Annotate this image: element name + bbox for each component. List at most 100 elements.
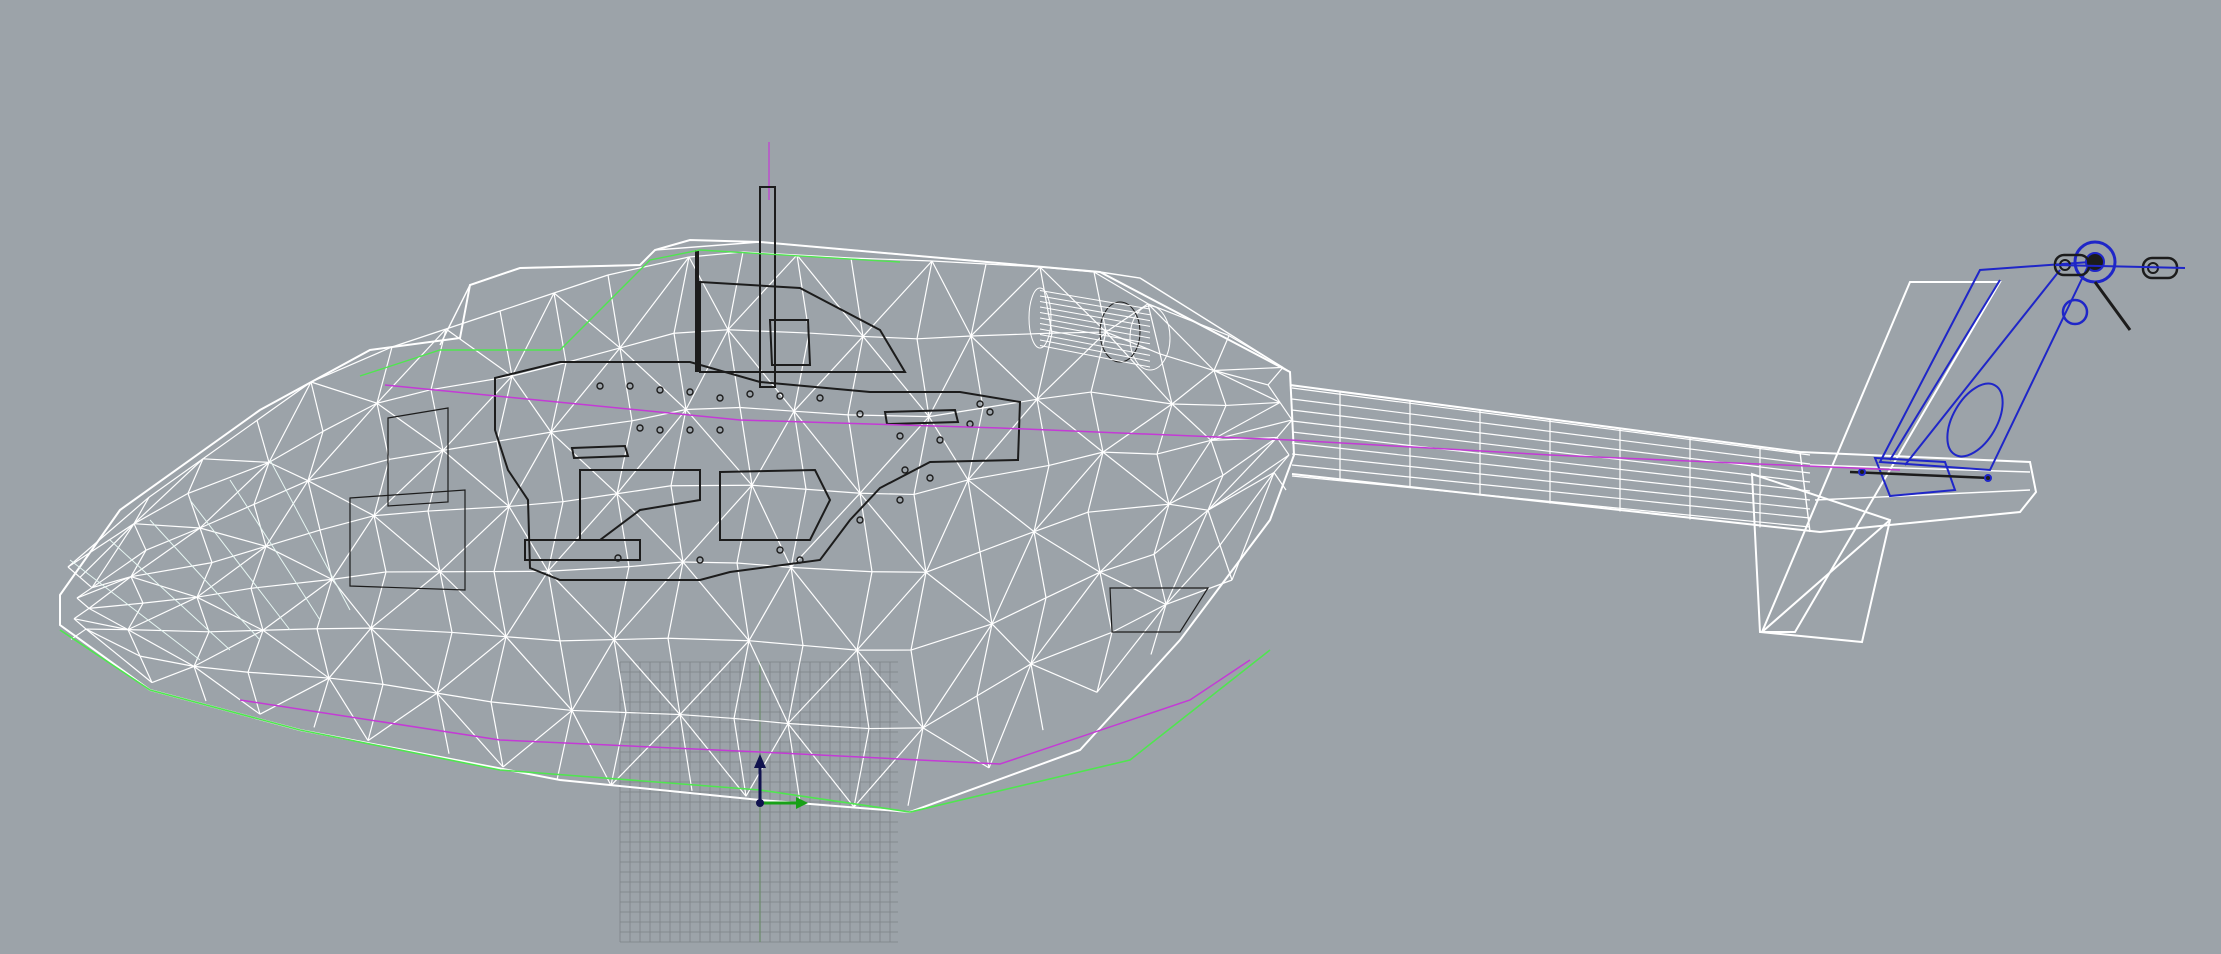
mesh-edge <box>550 420 633 433</box>
mesh-edge <box>88 607 129 631</box>
frame-slot <box>570 444 630 460</box>
mesh-edge <box>505 636 561 642</box>
main-rotor-shaft[interactable] <box>759 142 776 388</box>
mesh-edge <box>370 627 438 694</box>
mesh-edge <box>1210 401 1281 441</box>
mesh-edge <box>790 492 861 568</box>
frame-cutout <box>719 468 832 541</box>
internal-frame[interactable] <box>349 250 1210 633</box>
mesh-edge <box>505 570 549 638</box>
mesh-edge <box>571 710 612 786</box>
mesh-edge <box>88 602 144 609</box>
mesh-edge <box>793 336 864 412</box>
mesh-edge <box>1171 370 1215 405</box>
mesh-edge <box>499 310 513 377</box>
mesh-edge <box>1168 503 1209 511</box>
tail-shaft <box>1849 470 1991 480</box>
mesh-edge <box>439 505 510 573</box>
frame-hole <box>716 394 724 402</box>
mesh-edge <box>1090 391 1173 405</box>
tail-boom[interactable] <box>1289 384 2038 534</box>
mesh-edge <box>550 432 564 502</box>
mesh-edge <box>1039 266 1095 273</box>
mesh-edge <box>1036 399 1050 466</box>
mesh-edge <box>1225 401 1281 407</box>
mesh-edge <box>922 695 978 729</box>
mesh-edge <box>856 571 927 651</box>
mesh-edge <box>862 260 933 337</box>
frame-cutout <box>579 469 701 541</box>
mesh-edge <box>67 523 135 568</box>
mesh-edge <box>328 677 384 685</box>
mesh-edge <box>253 462 270 505</box>
tail-rotor[interactable] <box>1849 240 2186 498</box>
mesh-edge <box>1048 451 1104 467</box>
mesh-edge <box>73 618 129 631</box>
mesh-edge <box>679 713 735 720</box>
mesh-edge <box>1222 436 1278 476</box>
cabin-roof <box>439 241 1291 373</box>
mesh-edge <box>1033 531 1101 573</box>
mesh-edge <box>736 485 753 564</box>
mesh-edge <box>562 493 618 503</box>
mesh-edge <box>91 549 147 589</box>
mesh-edge <box>199 461 270 529</box>
mesh-edge <box>607 274 621 349</box>
mesh-edge <box>310 381 324 432</box>
mesh-edge <box>619 332 675 349</box>
mesh-edge <box>790 566 858 651</box>
fuselage-shell[interactable] <box>59 238 1296 814</box>
mesh-edge <box>967 407 984 481</box>
mesh-edge <box>451 631 507 638</box>
mesh-edge <box>445 328 513 377</box>
mesh-edge <box>790 489 807 568</box>
mesh-edge <box>316 627 372 630</box>
mesh-edge <box>436 636 507 694</box>
mesh-edge <box>1207 437 1278 511</box>
mesh-edge <box>667 637 750 642</box>
mesh-edge <box>511 361 567 377</box>
mesh-edge <box>1171 403 1227 407</box>
pitch-link <box>2093 281 2132 331</box>
mesh-edge <box>1090 391 1104 453</box>
mesh-edge <box>250 588 264 631</box>
3d-viewport[interactable] <box>0 0 2221 954</box>
mesh-edge <box>490 701 573 712</box>
mesh-edge <box>127 596 198 631</box>
mesh-edge <box>787 723 855 808</box>
mesh-edge <box>859 492 915 496</box>
shaft-bearing <box>1984 474 1992 482</box>
boom-edge <box>1291 475 1811 528</box>
frame-hole <box>636 424 644 432</box>
mesh-edge <box>553 292 621 349</box>
mesh-edge <box>667 561 684 639</box>
frame-hole <box>856 410 864 418</box>
mesh-edge <box>1036 398 1104 453</box>
mesh-edge <box>193 665 261 715</box>
mesh-edge <box>1102 451 1170 505</box>
wireframe-scene[interactable] <box>0 0 2221 954</box>
mesh-edge <box>790 566 873 573</box>
mesh-edge <box>196 587 252 598</box>
frame-hole <box>966 420 974 428</box>
mesh-edge <box>727 254 798 331</box>
mesh-edge <box>682 561 738 564</box>
mesh-edge <box>1093 271 1149 305</box>
green-outline <box>59 629 1271 813</box>
mesh-edge <box>328 627 372 679</box>
mesh-edge <box>751 484 792 568</box>
engine-rib <box>1039 334 1151 356</box>
mesh-edge <box>1279 402 1293 421</box>
frame-hole <box>686 426 694 434</box>
mesh-edge <box>370 627 453 634</box>
mesh-edge <box>976 663 1032 697</box>
mesh-edge <box>967 398 1038 481</box>
rotor-pylon <box>1878 260 2092 472</box>
mesh-edge <box>1102 403 1173 453</box>
mesh-edge <box>511 375 552 433</box>
mesh-edge <box>79 576 93 589</box>
mesh-edge <box>436 692 492 703</box>
mesh-edge <box>1213 366 1284 372</box>
mesh-edge <box>559 638 615 642</box>
mesh-edge <box>1210 405 1227 441</box>
